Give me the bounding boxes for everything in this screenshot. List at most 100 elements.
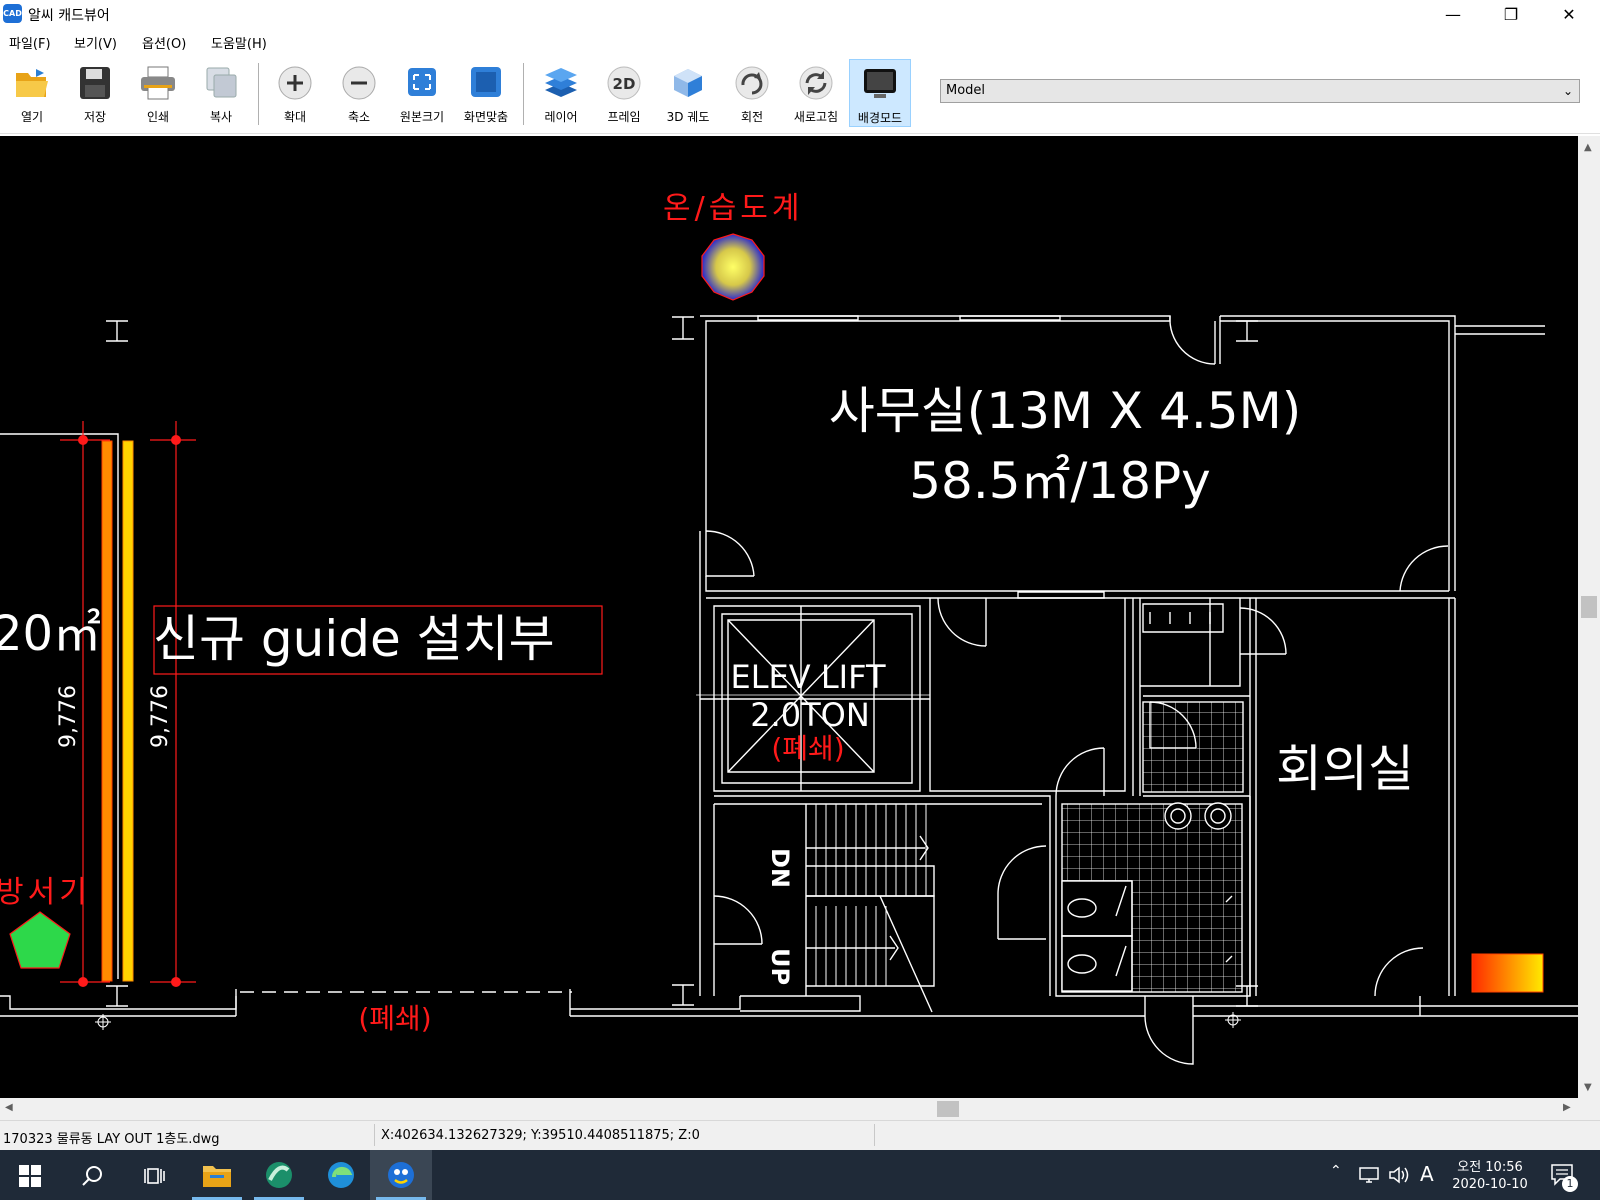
vertical-scroll-thumb[interactable] xyxy=(1581,596,1597,618)
menu-file[interactable]: 파일(F) xyxy=(9,33,51,52)
clock-time[interactable]: 오전 10:56 xyxy=(1450,1156,1530,1175)
actual-size-icon xyxy=(408,68,436,96)
save-button[interactable]: 저장 xyxy=(65,59,125,125)
open-button[interactable]: 열기 xyxy=(2,59,62,125)
task-view-icon xyxy=(144,1168,165,1184)
app-swirl-icon xyxy=(266,1162,292,1188)
scroll-up-icon[interactable]: ▲ xyxy=(1584,142,1592,153)
zoom-out-button[interactable]: 축소 xyxy=(329,59,389,125)
file-explorer-button[interactable] xyxy=(186,1150,248,1200)
file-explorer-icon xyxy=(203,1166,231,1187)
heater-block xyxy=(1471,953,1544,993)
guide-install-label: 신규 guide 설치부 xyxy=(153,610,555,668)
zoom-in-button[interactable]: 확대 xyxy=(265,59,325,125)
orbit-3d-icon xyxy=(674,69,702,97)
alsee-cad-icon xyxy=(388,1162,414,1188)
resize-grip[interactable] xyxy=(1578,1098,1600,1120)
rotate-button[interactable]: 회전 xyxy=(722,59,782,125)
copy-label: 복사 xyxy=(209,110,233,124)
cad-drawing: 온/습도계 사무실(13M X 4.5M) 58.5㎡/18Py 20㎡ 신규 … xyxy=(0,191,1578,1065)
ime-indicator[interactable]: A xyxy=(1420,1162,1434,1186)
horizontal-scroll-thumb[interactable] xyxy=(937,1101,959,1117)
toolbar-separator xyxy=(258,63,259,125)
svg-text:2D: 2D xyxy=(613,75,636,93)
dimension-right-label: 9,776 xyxy=(148,685,173,748)
rotate-label: 회전 xyxy=(740,110,764,124)
model-select[interactable]: Model ⌄ xyxy=(940,79,1580,103)
edge-button[interactable] xyxy=(310,1150,372,1200)
drawing-canvas[interactable]: 온/습도계 사무실(13M X 4.5M) 58.5㎡/18Py 20㎡ 신규 … xyxy=(0,136,1578,1098)
status-divider xyxy=(874,1124,875,1146)
orbit-3d-button[interactable]: 3D 궤도 xyxy=(658,59,718,125)
dimension-lines xyxy=(60,421,603,984)
office-area-label: 58.5㎡/18Py xyxy=(909,452,1211,510)
menu-view[interactable]: 보기(V) xyxy=(74,33,117,52)
status-coordinates: X:402634.132627329; Y:39510.4408511875; … xyxy=(381,1128,700,1143)
save-label: 저장 xyxy=(83,110,107,124)
scroll-right-icon[interactable]: ▶ xyxy=(1563,1102,1571,1113)
stair-dn-label: DN xyxy=(766,848,794,888)
orange-guide-bar xyxy=(101,440,113,982)
fit-screen-icon xyxy=(471,67,501,97)
actual-size-label: 원본크기 xyxy=(399,110,445,124)
copy-button[interactable]: 복사 xyxy=(191,59,251,125)
refresh-label: 새로고침 xyxy=(793,110,839,124)
zoom-in-icon xyxy=(278,66,312,100)
copy-icon xyxy=(206,67,237,98)
fit-screen-button[interactable]: 화면맞춤 xyxy=(456,59,516,125)
window-title: 알씨 캐드뷰어 xyxy=(28,8,110,24)
rotate-icon xyxy=(735,66,769,100)
floppy-disk-icon xyxy=(80,67,110,99)
toolbar-separator xyxy=(523,63,524,125)
edge-icon xyxy=(328,1162,354,1188)
volume-icon[interactable] xyxy=(1388,1165,1410,1185)
print-button[interactable]: 인쇄 xyxy=(128,59,188,125)
maximize-button[interactable]: ❐ xyxy=(1488,0,1534,30)
background-mode-button[interactable]: 배경모드 xyxy=(849,59,911,127)
swirl-app-button[interactable] xyxy=(248,1150,310,1200)
layers-label: 레이어 xyxy=(544,110,578,124)
refresh-button[interactable]: 새로고침 xyxy=(786,59,846,125)
print-label: 인쇄 xyxy=(146,110,170,124)
fire-device-label: 방서기 xyxy=(0,875,91,910)
app-icon: CAD xyxy=(3,4,22,23)
layers-button[interactable]: 레이어 xyxy=(531,59,591,125)
search-button[interactable] xyxy=(62,1150,124,1200)
menu-options[interactable]: 옵션(O) xyxy=(142,33,186,52)
thermo-hygrometer-label: 온/습도계 xyxy=(663,191,804,226)
status-divider xyxy=(374,1124,375,1146)
folder-open-icon xyxy=(16,69,48,97)
meeting-room-label: 회의실 xyxy=(1276,740,1414,798)
title-bar: CAD 알씨 캐드뷰어 — ❐ ✕ xyxy=(0,0,1600,30)
task-view-button[interactable] xyxy=(124,1150,186,1200)
printer-icon xyxy=(141,66,175,100)
actual-size-button[interactable]: 원본크기 xyxy=(392,59,452,125)
scroll-left-icon[interactable]: ◀ xyxy=(5,1102,13,1113)
thermo-hygrometer-icon xyxy=(701,233,765,301)
clock-date[interactable]: 2020-10-10 xyxy=(1450,1177,1530,1192)
status-file-name: 170323 물류동 LAY OUT 1층도.dwg xyxy=(3,1132,220,1147)
start-button[interactable] xyxy=(0,1150,62,1200)
taskbar: ⌃ A 오전 10:56 2020-10-10 1 xyxy=(0,1150,1600,1200)
frame-2d-button[interactable]: 2D 프레임 xyxy=(594,59,654,125)
orbit-3d-label: 3D 궤도 xyxy=(666,110,710,124)
elevator-label-line1: ELEV LIFT xyxy=(731,658,886,696)
chevron-down-icon: ⌄ xyxy=(1562,84,1573,98)
alsee-cad-button[interactable] xyxy=(370,1150,432,1200)
zoom-out-label: 축소 xyxy=(347,110,371,124)
tray-expand-icon[interactable]: ⌃ xyxy=(1330,1163,1342,1179)
close-button[interactable]: ✕ xyxy=(1546,0,1592,30)
horizontal-scrollbar[interactable]: ◀ ▶ xyxy=(0,1098,1578,1120)
notification-badge: 1 xyxy=(1562,1176,1578,1192)
minimize-button[interactable]: — xyxy=(1430,0,1476,30)
bottom-closed-label: (폐쇄) xyxy=(358,1002,431,1035)
frame-label: 프레임 xyxy=(607,110,641,124)
menu-help[interactable]: 도움말(H) xyxy=(211,33,267,52)
vertical-scrollbar[interactable]: ▲ ▼ xyxy=(1578,136,1600,1098)
start-icon xyxy=(19,1165,41,1187)
open-label: 열기 xyxy=(20,110,44,124)
search-icon xyxy=(82,1166,102,1186)
scroll-down-icon[interactable]: ▼ xyxy=(1584,1082,1592,1093)
background-mode-icon xyxy=(864,69,896,98)
network-icon[interactable] xyxy=(1358,1166,1380,1184)
